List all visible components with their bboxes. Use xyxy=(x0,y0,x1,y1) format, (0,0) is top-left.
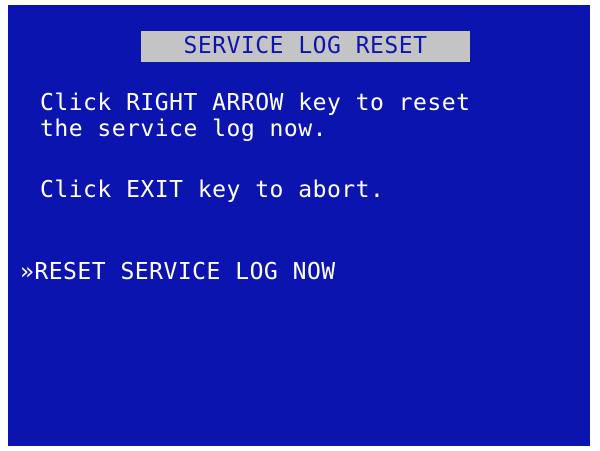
service-log-reset-screen: SERVICE LOG RESET Click RIGHT ARROW key … xyxy=(8,5,590,446)
instruction-abort: Click EXIT key to abort. xyxy=(40,177,385,203)
menu-item-reset-service-log[interactable]: »RESET SERVICE LOG NOW xyxy=(20,259,336,285)
page-title: SERVICE LOG RESET xyxy=(141,31,470,62)
selected-marker-icon: » xyxy=(20,259,35,285)
menu-item-label: RESET SERVICE LOG NOW xyxy=(34,259,336,285)
instruction-reset-line-2: the service log now. xyxy=(40,116,327,142)
instruction-reset-line-1: Click RIGHT ARROW key to reset xyxy=(40,90,471,116)
